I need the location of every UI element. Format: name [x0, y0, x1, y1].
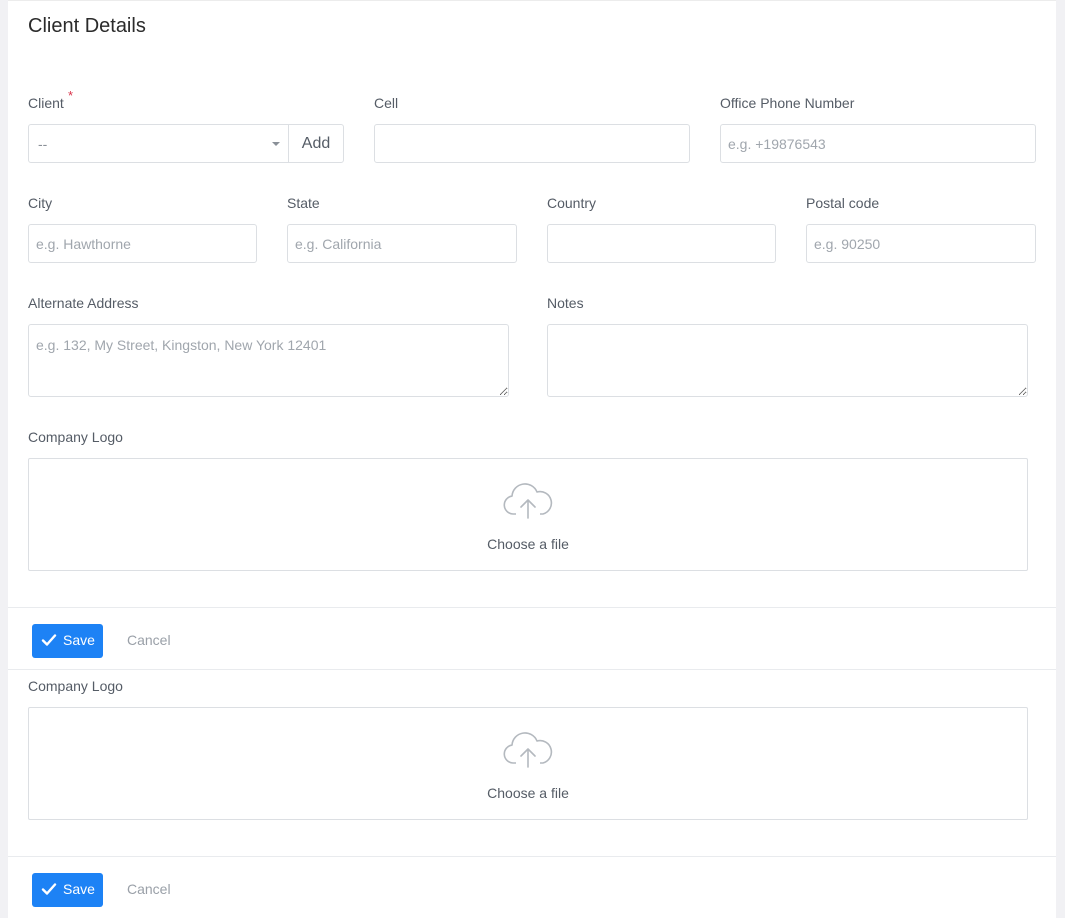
office-phone-input[interactable]: [720, 124, 1036, 163]
add-client-button[interactable]: Add: [288, 124, 344, 163]
divider: [8, 856, 1056, 857]
client-select-value: --: [38, 136, 48, 152]
cloud-upload-icon: [503, 483, 553, 519]
cancel-button[interactable]: Cancel: [127, 632, 171, 648]
client-details-card: Client Details Client * -- Add Cell Offi…: [8, 0, 1056, 918]
cloud-upload-icon: [503, 732, 553, 768]
chevron-down-icon: [272, 142, 280, 146]
notes-label: Notes: [547, 295, 584, 311]
cancel-button[interactable]: Cancel: [127, 881, 171, 897]
office-phone-label: Office Phone Number: [720, 95, 855, 111]
alternate-address-input[interactable]: [28, 324, 509, 397]
dropzone-text: Choose a file: [487, 536, 569, 552]
country-label: Country: [547, 195, 597, 211]
alternate-address-label: Alternate Address: [28, 295, 139, 311]
check-icon: [41, 883, 57, 895]
dropzone-text: Choose a file: [487, 785, 569, 801]
city-input[interactable]: [28, 224, 257, 263]
company-logo-dropzone[interactable]: Choose a file: [28, 458, 1028, 571]
save-button[interactable]: Save: [32, 873, 103, 907]
page-title: Client Details: [28, 15, 146, 37]
save-label: Save: [63, 881, 95, 897]
postal-code-input[interactable]: [806, 224, 1036, 263]
client-select[interactable]: --: [28, 124, 289, 163]
check-icon: [41, 634, 57, 646]
save-button[interactable]: Save: [32, 624, 103, 658]
state-label: State: [287, 195, 320, 211]
divider: [8, 607, 1056, 608]
cell-label: Cell: [374, 95, 399, 111]
city-label: City: [28, 195, 53, 211]
save-label: Save: [63, 632, 95, 648]
notes-input[interactable]: [547, 324, 1028, 397]
company-logo-dropzone[interactable]: Choose a file: [28, 707, 1028, 820]
country-input[interactable]: [547, 224, 776, 263]
cell-input[interactable]: [374, 124, 690, 163]
required-mark: *: [68, 88, 74, 103]
client-label: Client: [28, 95, 64, 111]
company-logo-label: Company Logo: [28, 678, 123, 694]
state-input[interactable]: [287, 224, 517, 263]
postal-code-label: Postal code: [806, 195, 880, 211]
divider: [8, 669, 1056, 670]
company-logo-label: Company Logo: [28, 429, 123, 445]
